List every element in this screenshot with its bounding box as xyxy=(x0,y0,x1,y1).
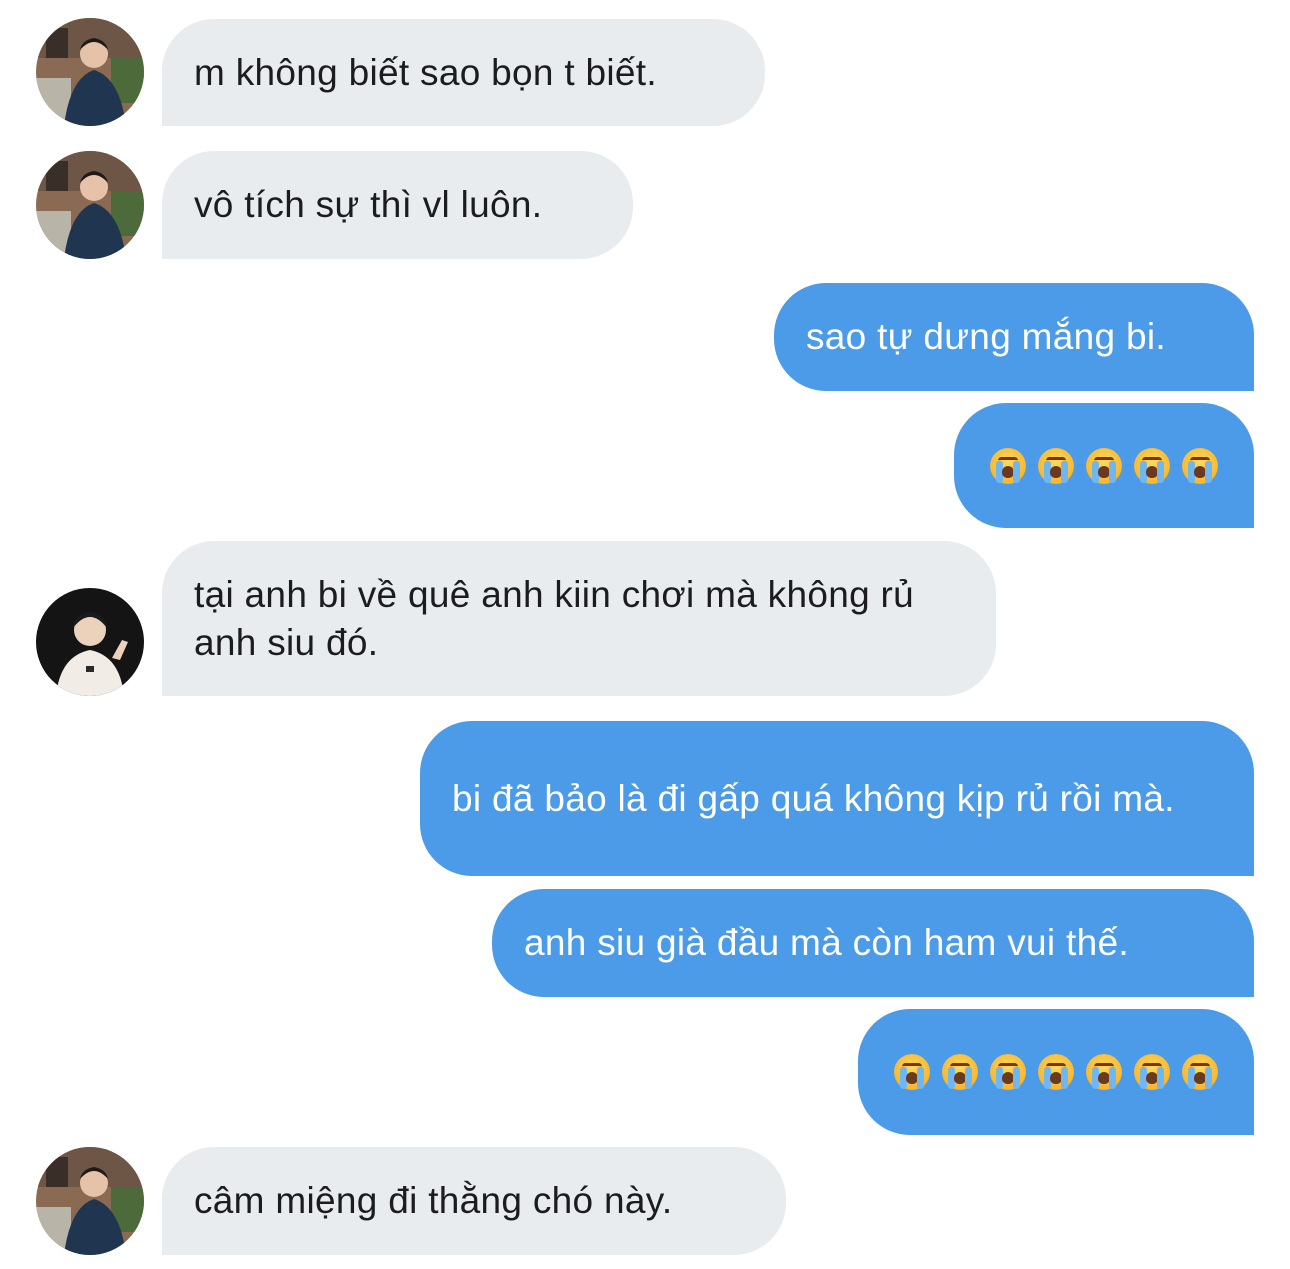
loudly-crying-face-icon xyxy=(1182,447,1218,484)
loudly-crying-face-icon xyxy=(1086,1054,1122,1090)
loudly-crying-face-icon xyxy=(1134,1054,1170,1090)
contact-avatar[interactable] xyxy=(36,588,144,696)
loudly-crying-face-icon xyxy=(1086,447,1122,484)
message-text: anh siu già đầu mà còn ham vui thế. xyxy=(524,922,1129,963)
contact-avatar[interactable] xyxy=(36,18,144,126)
message-bubble-incoming[interactable]: tại anh bi về quê anh kiin chơi mà không… xyxy=(162,541,996,696)
loudly-crying-face-icon xyxy=(942,1054,978,1090)
emoji-row xyxy=(990,447,1218,484)
message-bubble-incoming[interactable]: câm miệng đi thằng chó này. xyxy=(162,1147,786,1255)
message-bubble-outgoing[interactable]: bi đã bảo là đi gấp quá không kịp rủ rồi… xyxy=(420,721,1254,876)
message-bubble-incoming[interactable]: vô tích sự thì vl luôn. xyxy=(162,151,633,259)
message-bubble-incoming[interactable]: m không biết sao bọn t biết. xyxy=(162,19,765,126)
message-text: m không biết sao bọn t biết. xyxy=(194,51,657,93)
message-text: vô tích sự thì vl luôn. xyxy=(194,184,543,225)
loudly-crying-face-icon xyxy=(894,1054,930,1090)
message-bubble-outgoing[interactable] xyxy=(954,403,1254,528)
loudly-crying-face-icon xyxy=(1038,1054,1074,1090)
message-bubble-outgoing[interactable] xyxy=(858,1009,1254,1135)
loudly-crying-face-icon xyxy=(990,447,1026,484)
loudly-crying-face-icon xyxy=(1134,447,1170,484)
message-text: bi đã bảo là đi gấp quá không kịp rủ rồi… xyxy=(452,777,1175,819)
contact-avatar[interactable] xyxy=(36,1147,144,1255)
loudly-crying-face-icon xyxy=(990,1054,1026,1090)
loudly-crying-face-icon xyxy=(1182,1054,1218,1090)
contact-avatar[interactable] xyxy=(36,151,144,259)
message-bubble-outgoing[interactable]: anh siu già đầu mà còn ham vui thế. xyxy=(492,889,1254,997)
message-bubble-outgoing[interactable]: sao tự dưng mắng bi. xyxy=(774,283,1254,391)
message-text: tại anh bi về quê anh kiin chơi mà không… xyxy=(194,573,915,663)
loudly-crying-face-icon xyxy=(1038,447,1074,484)
message-text: câm miệng đi thằng chó này. xyxy=(194,1180,673,1221)
emoji-row xyxy=(894,1054,1218,1090)
message-text: sao tự dưng mắng bi. xyxy=(806,316,1166,357)
